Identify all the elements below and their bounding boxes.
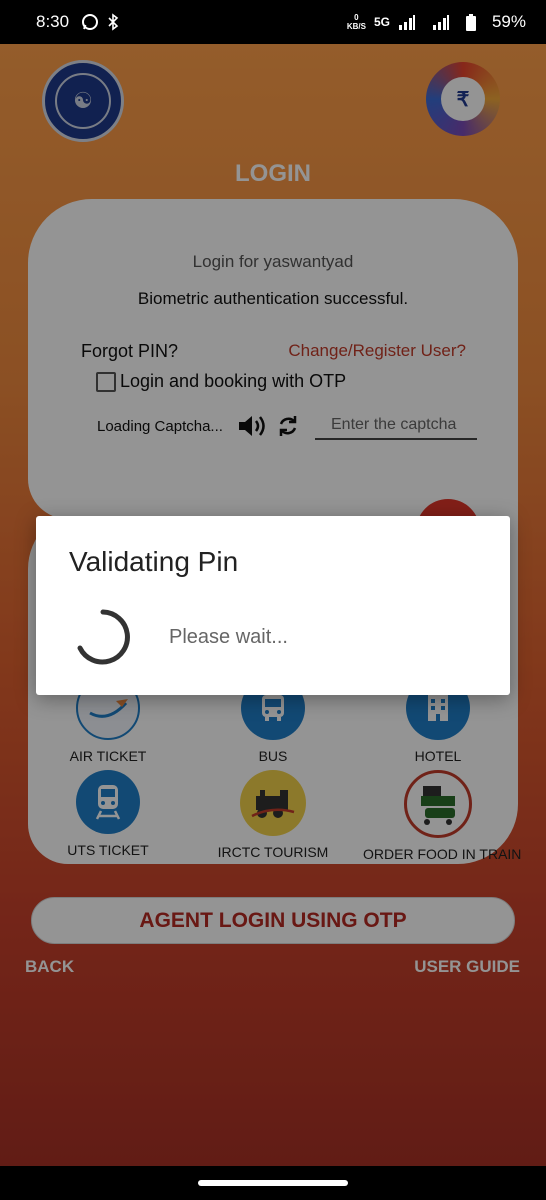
signal-icon — [432, 14, 450, 30]
signal-icon — [398, 14, 416, 30]
validating-pin-dialog: Validating Pin Please wait... — [36, 516, 510, 695]
battery-icon — [465, 13, 476, 31]
loading-spinner-icon — [77, 609, 130, 665]
status-bar: 8:30 0 KB/S 5G 59% — [0, 0, 546, 44]
bluetooth-icon — [107, 13, 119, 31]
dialog-message: Please wait... — [169, 626, 288, 648]
navigation-bar — [0, 1166, 546, 1200]
home-gesture-bar[interactable] — [198, 1180, 348, 1186]
battery-level: 59% — [491, 12, 526, 31]
net-speed: 0 KB/S — [346, 13, 366, 31]
network-type: 5G — [373, 15, 390, 29]
status-time: 8:30 — [36, 12, 70, 31]
whatsapp-icon — [81, 13, 99, 31]
dialog-title: Validating Pin — [69, 546, 239, 577]
